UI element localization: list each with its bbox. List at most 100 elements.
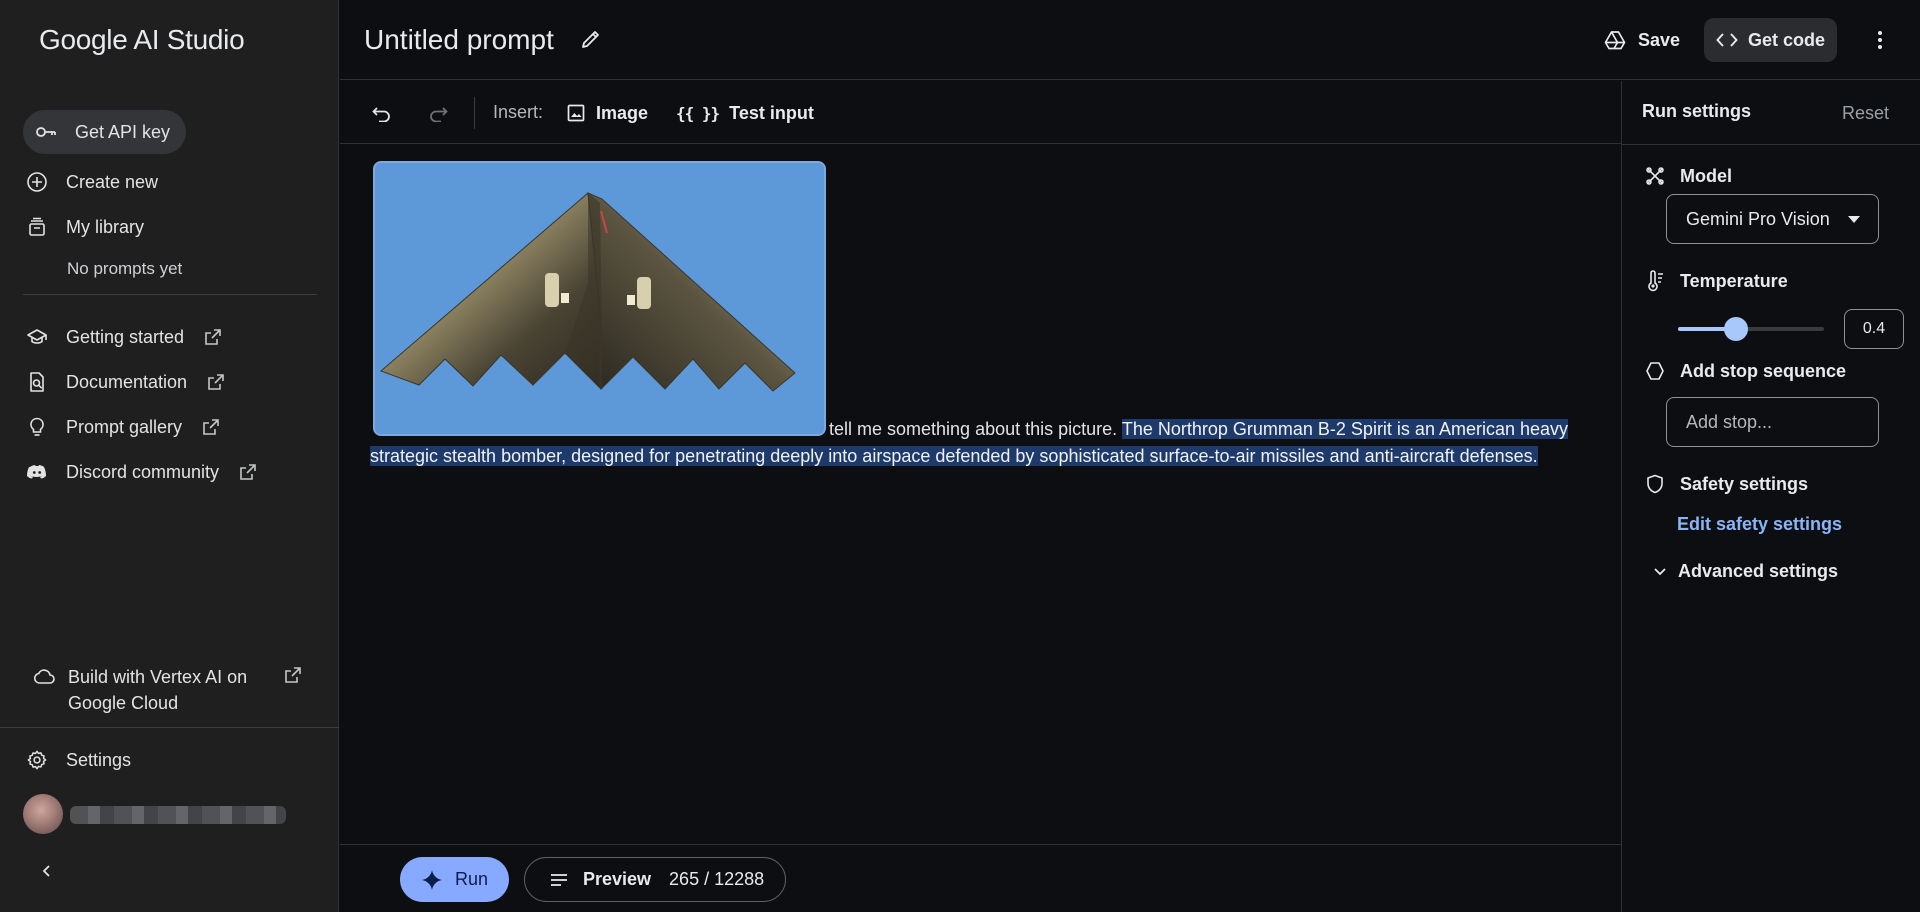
- uploaded-image-b2-bomber[interactable]: [373, 161, 826, 436]
- temperature-label: Temperature: [1644, 270, 1788, 292]
- key-icon: [33, 119, 59, 145]
- prompt-editor[interactable]: tell me something about this picture. Th…: [340, 145, 1621, 844]
- my-library-label: My library: [66, 216, 145, 237]
- pencil-icon: [580, 28, 602, 50]
- discord-icon: [24, 459, 50, 485]
- drive-icon: [1604, 30, 1626, 50]
- add-circle-icon: [24, 169, 50, 195]
- run-bar: Run Preview 265 / 12288: [340, 844, 1621, 912]
- temperature-slider[interactable]: [1678, 317, 1824, 341]
- more-vert-icon: [1877, 30, 1883, 50]
- insert-label: Insert:: [493, 102, 544, 122]
- safety-settings-label-text: Safety settings: [1680, 473, 1809, 494]
- documentation-label: Documentation: [66, 371, 188, 392]
- create-new-button[interactable]: Create new: [24, 162, 158, 202]
- insert-image-button[interactable]: Image: [566, 97, 648, 129]
- run-button[interactable]: Run: [400, 857, 509, 902]
- sidebar-item-prompt-gallery[interactable]: Prompt gallery: [24, 407, 222, 447]
- external-link-icon: [200, 416, 222, 438]
- code-icon: [1716, 31, 1738, 49]
- user-message: tell me something about this picture.: [829, 419, 1118, 439]
- external-link-icon: [237, 461, 259, 483]
- school-icon: [24, 324, 50, 350]
- preview-label: Preview: [583, 869, 652, 889]
- gear-icon: [24, 747, 50, 773]
- sidebar-item-discord-community[interactable]: Discord community: [24, 452, 259, 492]
- run-label: Run: [454, 869, 489, 889]
- stop-sequence-label: Add stop sequence: [1644, 360, 1846, 382]
- stop-hexagon-icon: [1644, 360, 1666, 382]
- get-api-key-label: Get API key: [75, 121, 171, 142]
- get-code-label: Get code: [1748, 29, 1826, 50]
- sidebar-divider: [0, 727, 339, 728]
- redo-icon: [428, 104, 448, 122]
- getting-started-label: Getting started: [66, 326, 185, 347]
- temperature-label-text: Temperature: [1680, 270, 1788, 291]
- get-code-button[interactable]: Get code: [1704, 18, 1838, 62]
- preview-button[interactable]: Preview 265 / 12288: [524, 857, 786, 902]
- sparkle-icon: [421, 869, 443, 891]
- page-title: Untitled prompt: [364, 24, 554, 55]
- chevron-down-icon: [1652, 566, 1668, 578]
- toolbar-divider: [474, 97, 475, 129]
- advanced-settings-toggle[interactable]: Advanced settings: [1652, 561, 1838, 582]
- prompt-gallery-label: Prompt gallery: [66, 416, 183, 437]
- braces-icon: {{ }}: [676, 103, 720, 123]
- brand-logo: Google AI Studio: [39, 24, 245, 55]
- my-library-button[interactable]: My library: [24, 207, 144, 247]
- token-count: 265 / 12288: [669, 869, 765, 889]
- lightbulb-icon: [24, 414, 50, 440]
- undo-icon: [372, 104, 392, 122]
- external-link-icon: [284, 666, 302, 716]
- sidebar-item-getting-started[interactable]: Getting started: [24, 317, 224, 357]
- discord-community-label: Discord community: [66, 461, 220, 482]
- sidebar-divider: [23, 294, 317, 295]
- sidebar-item-documentation[interactable]: Documentation: [24, 362, 227, 402]
- get-api-key-button[interactable]: Get API key: [23, 110, 187, 154]
- list-icon: [549, 872, 569, 888]
- redo-button[interactable]: [424, 99, 452, 127]
- settings-button[interactable]: Settings: [24, 740, 131, 780]
- prompt-text[interactable]: tell me something about this picture. Th…: [370, 416, 1620, 470]
- insert-image-label: Image: [596, 102, 649, 123]
- image-icon: [566, 103, 586, 123]
- sidebar: Google AI Studio Get API key Create new …: [0, 0, 339, 912]
- prompt-toolbar: Insert: Image {{ }} Test input: [340, 81, 1621, 144]
- model-label-text: Model: [1680, 165, 1732, 186]
- run-settings-panel: Run settings Reset Model Gemini Pro Visi…: [1621, 81, 1920, 912]
- library-icon: [24, 214, 50, 240]
- vertex-ai-link[interactable]: Build with Vertex AI on Google Cloud: [32, 664, 312, 716]
- edit-safety-settings-link[interactable]: Edit safety settings: [1677, 514, 1842, 535]
- caret-down-icon: [1848, 216, 1860, 223]
- more-options-button[interactable]: [1866, 26, 1894, 54]
- no-prompts-text: No prompts yet: [67, 259, 183, 278]
- edit-title-button[interactable]: [580, 28, 602, 50]
- save-button[interactable]: Save: [1604, 22, 1680, 58]
- shield-icon: [1644, 473, 1666, 495]
- stop-sequence-label-text: Add stop sequence: [1680, 360, 1847, 381]
- model-icon: [1644, 165, 1666, 187]
- insert-test-input-label: Test input: [729, 102, 814, 123]
- vertex-ai-label: Build with Vertex AI on Google Cloud: [68, 667, 248, 713]
- insert-test-input-button[interactable]: {{ }} Test input: [676, 97, 814, 129]
- reset-button[interactable]: Reset: [1842, 103, 1889, 124]
- chevron-left-icon: [40, 864, 54, 878]
- cloud-icon: [32, 665, 58, 691]
- model-select[interactable]: Gemini Pro Vision: [1666, 194, 1879, 244]
- user-name-redacted: [70, 806, 286, 824]
- stop-sequence-input[interactable]: [1666, 397, 1879, 447]
- settings-label: Settings: [66, 749, 132, 770]
- avatar[interactable]: [23, 794, 63, 834]
- header: Untitled prompt Save Get code: [340, 0, 1920, 80]
- undo-button[interactable]: [368, 99, 396, 127]
- model-label: Model: [1644, 165, 1732, 187]
- document-search-icon: [24, 369, 50, 395]
- save-label: Save: [1638, 29, 1681, 50]
- external-link-icon: [205, 371, 227, 393]
- safety-settings-label: Safety settings: [1644, 473, 1808, 495]
- run-settings-title: Run settings: [1642, 101, 1752, 121]
- temperature-value[interactable]: 0.4: [1844, 309, 1904, 349]
- temperature-slider-thumb[interactable]: [1724, 317, 1749, 341]
- collapse-sidebar-button[interactable]: [34, 858, 60, 884]
- external-link-icon: [202, 326, 224, 348]
